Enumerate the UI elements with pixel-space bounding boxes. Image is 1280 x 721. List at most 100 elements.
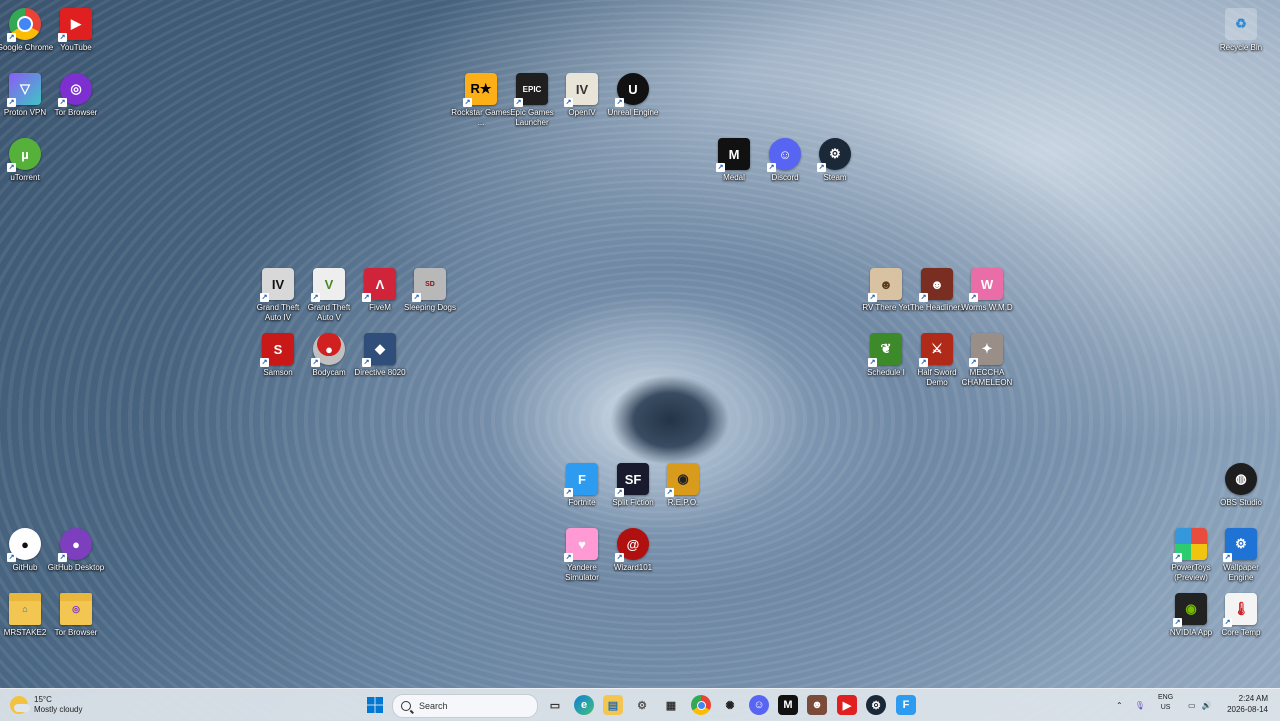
sleeping-dogs-icon: SD ↗ — [412, 268, 446, 302]
desktop-icon-discord[interactable]: ☺ ↗ Discord — [758, 138, 812, 183]
icon-label: YouTube — [60, 43, 92, 52]
search-box[interactable]: Search — [392, 694, 538, 718]
desktop-icon-google-chrome[interactable]: ↗ Google Chrome — [0, 8, 53, 53]
desktop-icon-wizard101[interactable]: @ ↗ Wizard101 — [606, 528, 660, 573]
utorrent-icon: µ ↗ — [7, 138, 41, 172]
proton-vpn-icon: ▽ ↗ — [7, 73, 41, 107]
discord-taskbar-icon[interactable]: ☺ — [749, 695, 769, 715]
chevron-up-icon[interactable]: ⌃ — [1116, 701, 1123, 710]
medal-taskbar-icon[interactable]: M — [778, 695, 798, 715]
desktop-icon-powertoys[interactable]: ↗ PowerToys (Preview) — [1164, 528, 1218, 583]
desktop-icon-github[interactable]: ● ↗ GitHub — [0, 528, 52, 573]
game-taskbar-icon[interactable]: ☻ — [807, 695, 827, 715]
desktop-icon-obs-studio[interactable]: ◍ OBS Studio — [1214, 463, 1268, 508]
steam-icon: ⚙ ↗ — [817, 138, 851, 172]
desktop-icon-the-headliners[interactable]: ☻ ↗ The Headliners — [910, 268, 964, 313]
desktop-icon-core-temp[interactable]: 🌡 ↗ Core Temp — [1214, 593, 1268, 638]
meccha-chameleon-icon: ✦ ↗ — [969, 333, 1003, 367]
desktop-icon-bodycam[interactable]: ● ↗ Bodycam — [302, 333, 356, 378]
taskbar: 15°C Mostly cloudy Search ▭ e ▤ ⚙ ▦ ✺ ☺ … — [0, 688, 1280, 721]
desktop-icon-nvidia-app[interactable]: ◉ ↗ NVIDIA App — [1164, 593, 1218, 638]
clock[interactable]: 2:24 AM 2026-08-14 — [1227, 693, 1268, 715]
weather-widget[interactable]: 15°C Mostly cloudy — [10, 693, 82, 717]
desktop-icon-medal[interactable]: M ↗ Medal — [707, 138, 761, 183]
clock-time: 2:24 AM — [1238, 694, 1268, 703]
settings-icon[interactable]: ⚙ — [632, 695, 652, 715]
chatgpt-icon[interactable]: ✺ — [720, 695, 740, 715]
tor-icon: ◎ ↗ — [58, 73, 92, 107]
desktop-icon-recycle-bin[interactable]: ♻ Recycle Bin — [1214, 8, 1268, 53]
desktop-icon-directive-8020[interactable]: ◆ ↗ Directive 8020 — [353, 333, 407, 378]
recycle-bin-icon: ♻ — [1225, 8, 1257, 40]
search-icon — [401, 701, 411, 711]
desktop-icon-proton-vpn[interactable]: ▽ ↗ Proton VPN — [0, 73, 52, 118]
repo-icon: ◉ ↗ — [665, 463, 699, 497]
chrome-taskbar-icon[interactable] — [691, 695, 711, 715]
desktop-icon-sleeping-dogs[interactable]: SD ↗ Sleeping Dogs — [403, 268, 457, 313]
desktop-icon-fivem[interactable]: Λ ↗ FiveM — [353, 268, 407, 313]
desktop-icon-schedule-i[interactable]: ❦ ↗ Schedule I — [859, 333, 913, 378]
icon-label: Steam — [823, 173, 847, 182]
icon-label: Tor Browser — [54, 628, 98, 637]
desktop-icon-rockstar[interactable]: R★ ↗ Rockstar Games ... — [451, 73, 511, 128]
desktop-icon-tor-browser-folder[interactable]: ◎ Tor Browser — [49, 593, 103, 638]
task-view-icon[interactable]: ▭ — [545, 695, 565, 715]
volume-icon[interactable]: 🔊 — [1202, 701, 1212, 710]
desktop-icon-yandere-simulator[interactable]: ♥ ↗ Yandere Simulator — [555, 528, 609, 583]
bodycam-icon: ● ↗ — [311, 333, 345, 367]
icon-label: R.E.P.O. — [667, 498, 699, 507]
store-icon[interactable]: ▦ — [661, 695, 681, 715]
desktop-icon-utorrent[interactable]: µ ↗ uTorrent — [0, 138, 52, 183]
desktop-icon-github-desktop[interactable]: ● ↗ GitHub Desktop — [47, 528, 105, 573]
youtube-taskbar-icon[interactable]: ▶ — [837, 695, 857, 715]
icon-label: Directive 8020 — [354, 368, 406, 377]
microphone-icon[interactable]: 🎙 — [1135, 701, 1145, 710]
weather-condition: Mostly cloudy — [34, 705, 83, 714]
icon-label: GitHub Desktop — [47, 563, 105, 572]
schedule-i-icon: ❦ ↗ — [868, 333, 902, 367]
icon-label: Wallpaper Engine — [1223, 563, 1259, 582]
desktop-icon-gta5[interactable]: V ↗ Grand Theft Auto V — [302, 268, 356, 323]
desktop-icon-fortnite[interactable]: F ↗ Fortnite — [555, 463, 609, 508]
desktop-icon-wallpaper-engine[interactable]: ⚙ ↗ Wallpaper Engine — [1214, 528, 1268, 583]
unreal-icon: U ↗ — [615, 73, 649, 107]
start-button[interactable] — [365, 695, 385, 715]
desktop-icon-unreal-engine[interactable]: U ↗ Unreal Engine — [606, 73, 660, 118]
desktop-icon-repo[interactable]: ◉ ↗ R.E.P.O. — [656, 463, 710, 508]
steam-taskbar-icon[interactable]: ⚙ — [866, 695, 886, 715]
desktop-icon-youtube[interactable]: ▶ ↗ YouTube — [49, 8, 103, 53]
desktop-icon-samson[interactable]: S ↗ Samson — [251, 333, 305, 378]
icon-label: Wizard101 — [613, 563, 653, 572]
fortnite-taskbar-icon[interactable]: F — [896, 695, 916, 715]
desktop-icon-meccha-chameleon[interactable]: ✦ ↗ MECCHA CHAMELEON — [960, 333, 1014, 388]
desktop-icon-steam[interactable]: ⚙ ↗ Steam — [808, 138, 862, 183]
split-fiction-icon: SF ↗ — [615, 463, 649, 497]
desktop-icon-tor-browser[interactable]: ◎ ↗ Tor Browser — [49, 73, 103, 118]
youtube-icon: ▶ ↗ — [58, 8, 92, 42]
icon-label: MECCHA CHAMELEON — [961, 368, 1013, 387]
desktop-icon-rv-there-yet[interactable]: ☻ ↗ RV There Yet — [859, 268, 913, 313]
language-indicator[interactable]: ENG US — [1158, 693, 1173, 713]
fivem-icon: Λ ↗ — [362, 268, 396, 302]
epic-games-icon: EPIC ↗ — [514, 73, 548, 107]
network-icon[interactable]: ▭ — [1188, 701, 1196, 710]
desktop-icon-worms[interactable]: W ↗ Worms W.M.D — [960, 268, 1014, 313]
desktop-icon-openiv[interactable]: IV ↗ OpenIV — [555, 73, 609, 118]
icon-label: Worms W.M.D — [961, 303, 1013, 312]
directive-8020-icon: ◆ ↗ — [362, 333, 396, 367]
powertoys-icon: ↗ — [1173, 528, 1207, 562]
file-explorer-icon[interactable]: ▤ — [603, 695, 623, 715]
obs-icon: ◍ — [1225, 463, 1257, 495]
wizard101-icon: @ ↗ — [615, 528, 649, 562]
weather-icon — [10, 696, 30, 714]
edge-icon[interactable]: e — [574, 695, 594, 715]
desktop-icon-half-sword[interactable]: ⚔ ↗ Half Sword Demo — [910, 333, 964, 388]
medal-icon: M ↗ — [716, 138, 750, 172]
desktop-icon-split-fiction[interactable]: SF ↗ Split Fiction — [606, 463, 660, 508]
desktop-icon-epic-games[interactable]: EPIC ↗ Epic Games Launcher — [505, 73, 559, 128]
desktop-icon-mrstake2-folder[interactable]: ⌂ MRSTAKE2 — [0, 593, 52, 638]
clock-date: 2026-08-14 — [1227, 705, 1268, 714]
desktop-icon-gta4[interactable]: IV ↗ Grand Theft Auto IV — [251, 268, 305, 323]
gta4-icon: IV ↗ — [260, 268, 294, 302]
weather-temp: 15°C — [34, 695, 52, 704]
